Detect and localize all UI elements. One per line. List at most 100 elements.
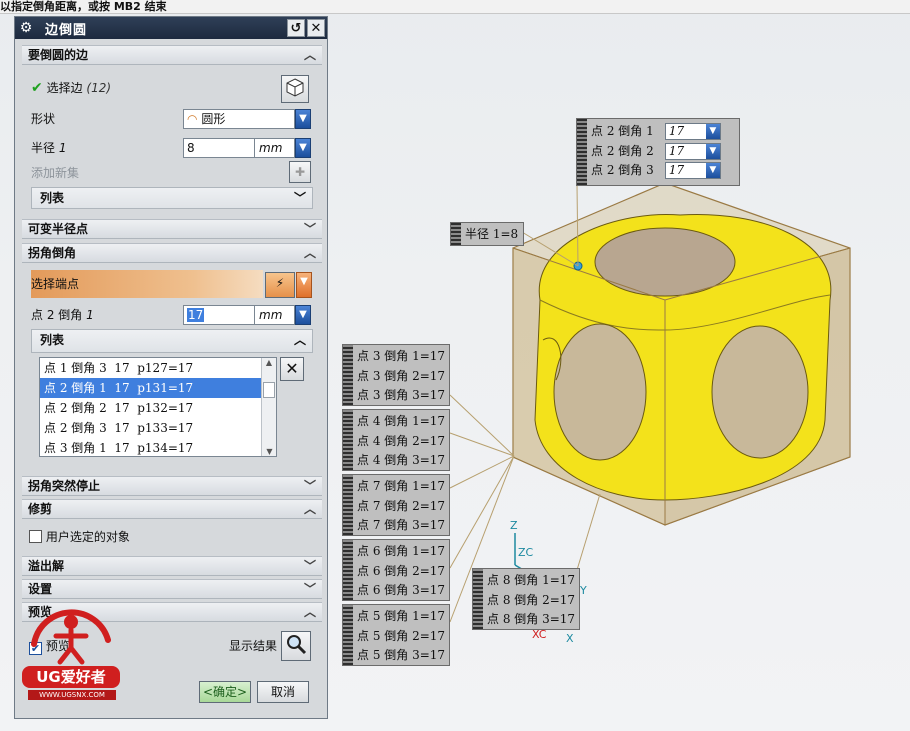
point-chamfer-label: 点 2 倒角	[31, 308, 83, 322]
callout-row: 点 6 倒角 3=17	[357, 583, 446, 597]
list-item-selected[interactable]: 点 2 倒角 1 17 p131=17	[40, 378, 276, 398]
shape-dropdown-arrow[interactable]: ▼	[295, 109, 311, 129]
dialog-title-bar: ⚙ 边倒圆 ↺ ✕	[15, 17, 327, 39]
shape-label: 形状	[31, 112, 56, 126]
callout-row: 点 5 倒角 2=17	[357, 628, 446, 643]
list-item[interactable]: 点 3 倒角 1 17 p134=17	[40, 438, 276, 458]
point-7-chamfer-callout[interactable]: 点 7 倒角 1=17 点 7 倒角 2=17 点 7 倒角 3=17	[342, 474, 450, 536]
callout-row: 点 2 倒角 1 17 ▼	[577, 122, 739, 142]
point-6-chamfer-callout[interactable]: 点 6 倒角 1=17 点 6 倒角 2=17 点 6 倒角 3=17	[342, 539, 450, 601]
watermark-brand: UG爱好者	[36, 668, 106, 686]
callout-input-value: 17	[668, 143, 685, 158]
chevron-up-icon[interactable]: ︿	[302, 603, 318, 622]
chevron-down-icon[interactable]: ﹀	[302, 477, 318, 496]
section-variable-radius[interactable]: 可变半径点 ﹀	[22, 219, 322, 239]
arc-shape-icon: ◠	[187, 112, 198, 126]
axis-zc: ZC	[518, 546, 534, 559]
scroll-up-icon[interactable]: ▲	[262, 358, 276, 367]
section-trim[interactable]: 修剪 ︿	[22, 499, 322, 519]
callout-row: 点 8 倒角 1=17	[487, 573, 576, 587]
axis-z: Z	[510, 519, 518, 532]
callout-row: 点 6 倒角 1=17	[357, 544, 446, 558]
add-set-button[interactable]: ✚	[289, 161, 311, 183]
radius-callout-text: 半径 1=8	[465, 227, 519, 241]
chevron-up-icon[interactable]: ︿	[294, 330, 306, 350]
scroll-thumb[interactable]	[263, 382, 275, 398]
point-8-chamfer-callout[interactable]: 点 8 倒角 1=17 点 8 倒角 2=17 点 8 倒角 3=17	[472, 568, 580, 630]
trim-checkbox[interactable]	[29, 530, 42, 543]
callout-input[interactable]: 17 ▼	[664, 162, 721, 179]
shape-select[interactable]: ◠ 圆形	[183, 109, 295, 129]
dropdown-arrow-icon[interactable]: ▼	[705, 143, 720, 159]
point-3-chamfer-callout[interactable]: 点 3 倒角 1=17 点 3 倒角 2=17 点 3 倒角 3=17	[342, 344, 450, 406]
point-chamfer-label-row: 点 2 倒角 1	[31, 305, 94, 325]
select-edge-count: (12)	[86, 81, 112, 95]
section-overflow-label: 溢出解	[28, 559, 65, 573]
point-5-chamfer-callout[interactable]: 点 5 倒角 1=17 点 5 倒角 2=17 点 5 倒角 3=17	[342, 604, 450, 666]
radius-index: 1	[58, 141, 67, 155]
cancel-button[interactable]: 取消	[257, 681, 309, 703]
section-corner-stop[interactable]: 拐角突然停止 ﹀	[22, 476, 322, 496]
remove-item-button[interactable]: ✕	[280, 357, 304, 381]
trim-checkbox-row[interactable]: 用户选定的对象	[29, 527, 130, 547]
section-corner-chamfer[interactable]: 拐角倒角 ︿	[22, 243, 322, 263]
show-result-button[interactable]	[281, 631, 311, 661]
chevron-up-icon[interactable]: ︿	[302, 500, 318, 519]
dialog-title: 边倒圆	[45, 22, 88, 38]
scroll-down-icon[interactable]: ▼	[262, 447, 277, 456]
chevron-up-icon[interactable]: ︿	[302, 244, 318, 263]
close-icon[interactable]: ✕	[307, 19, 325, 37]
point-4-chamfer-callout[interactable]: 点 4 倒角 1=17 点 4 倒角 2=17 点 4 倒角 3=17	[342, 409, 450, 471]
endpoint-snap-button[interactable]: ⚡	[265, 272, 295, 298]
reset-icon[interactable]: ↺	[287, 19, 305, 37]
select-edge-button[interactable]	[281, 75, 309, 103]
callout-row: 点 6 倒角 2=17	[357, 563, 446, 578]
shape-value: 圆形	[201, 112, 226, 126]
list-header-chamfers[interactable]: 列表 ︿	[31, 329, 313, 353]
select-endpoint-row[interactable]: 选择端点	[31, 270, 263, 298]
ok-button[interactable]: <确定>	[199, 681, 251, 703]
x-icon: ✕	[285, 359, 299, 378]
section-edges[interactable]: 要倒圆的边 ︿	[22, 45, 322, 65]
callout-input[interactable]: 17 ▼	[664, 142, 721, 160]
point-chamfer-input[interactable]: 17	[183, 305, 255, 325]
dropdown-arrow-icon[interactable]: ▼	[705, 163, 720, 178]
callout-row: 点 3 倒角 3=17	[357, 388, 446, 402]
list-header-edges[interactable]: 列表 ﹀	[31, 187, 313, 209]
callout-row: 点 4 倒角 1=17	[357, 414, 446, 428]
point-chamfer-dropdown-arrow[interactable]: ▼	[295, 305, 311, 325]
radius-label-row: 半径 1	[31, 138, 66, 158]
callout-row: 点 8 倒角 2=17	[487, 592, 576, 607]
section-corner-label: 拐角倒角	[28, 246, 77, 260]
axis-y: Y	[580, 584, 587, 597]
section-overflow[interactable]: 溢出解 ﹀	[22, 556, 322, 576]
chevron-down-icon[interactable]: ﹀	[302, 557, 318, 576]
callout-row: 点 2 倒角 2 17 ▼	[577, 142, 739, 162]
list-item[interactable]: 点 2 倒角 2 17 p132=17	[40, 398, 276, 418]
callout-row: 点 3 倒角 2=17	[357, 368, 446, 383]
gear-icon[interactable]: ⚙	[15, 20, 37, 36]
radius-label: 半径	[31, 141, 56, 155]
section-settings[interactable]: 设置 ﹀	[22, 579, 322, 599]
callout-row: 点 3 倒角 1=17	[357, 349, 446, 363]
chevron-down-icon[interactable]: ﹀	[302, 580, 318, 599]
section-corner-stop-label: 拐角突然停止	[28, 479, 101, 493]
list-item[interactable]: 点 2 倒角 3 17 p133=17	[40, 418, 276, 438]
list-scrollbar[interactable]: ▲ ▼	[261, 358, 276, 456]
callout-input[interactable]: 17 ▼	[664, 123, 721, 140]
point-2-chamfer-callout[interactable]: 点 2 倒角 1 17 ▼ 点 2 倒角 2 17 ▼ 点 2 倒角 3 17 ▼	[576, 118, 740, 186]
dropdown-arrow-icon[interactable]: ▼	[705, 124, 720, 139]
select-edge-row[interactable]: ✔ 选择边 (12)	[31, 78, 111, 98]
callout-row-label: 点 2 倒角 2	[591, 143, 654, 158]
radius-dropdown-arrow[interactable]: ▼	[295, 138, 311, 158]
radius-input[interactable]: 8	[183, 138, 255, 158]
chevron-down-icon[interactable]: ﹀	[294, 188, 306, 208]
chevron-down-icon[interactable]: ﹀	[302, 220, 318, 239]
chevron-up-icon[interactable]: ︿	[302, 46, 318, 65]
endpoint-snap-dropdown[interactable]: ▼	[296, 272, 312, 298]
select-edge-label: 选择边	[46, 81, 83, 95]
list-item[interactable]: 点 1 倒角 3 17 p127=17	[40, 358, 276, 378]
cube-icon	[286, 78, 304, 97]
chamfer-list[interactable]: 点 1 倒角 3 17 p127=17 点 2 倒角 1 17 p131=17 …	[39, 357, 277, 457]
radius-callout[interactable]: 半径 1=8	[450, 222, 524, 246]
